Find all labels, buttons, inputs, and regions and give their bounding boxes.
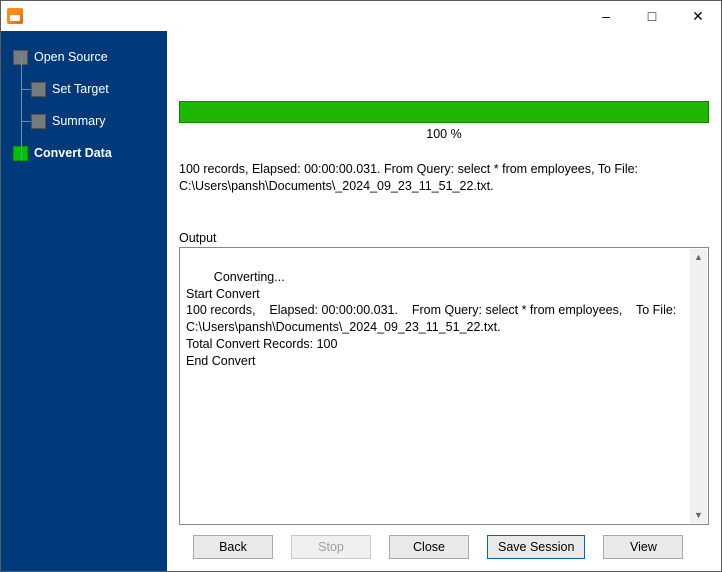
app-window: – □ ✕ Open Source Set Target Summary Con bbox=[0, 0, 722, 572]
maximize-button[interactable]: □ bbox=[629, 1, 675, 31]
window-controls: – □ ✕ bbox=[583, 1, 721, 31]
output-textbox[interactable]: Converting... Start Convert 100 records,… bbox=[179, 247, 709, 525]
scroll-up-icon[interactable]: ▲ bbox=[690, 249, 707, 265]
titlebar: – □ ✕ bbox=[1, 1, 721, 31]
sidebar-item-label: Set Target bbox=[52, 82, 109, 96]
view-button[interactable]: View bbox=[603, 535, 683, 559]
output-content: Converting... Start Convert 100 records,… bbox=[186, 270, 680, 368]
app-icon bbox=[7, 8, 23, 24]
sidebar-item-open-source[interactable]: Open Source bbox=[1, 41, 167, 73]
close-button[interactable]: Close bbox=[389, 535, 469, 559]
body-area: Open Source Set Target Summary Convert D… bbox=[1, 31, 721, 571]
tree-line bbox=[21, 53, 22, 161]
stop-button: Stop bbox=[291, 535, 371, 559]
main-panel: 100 % 100 records, Elapsed: 00:00:00.031… bbox=[167, 31, 721, 571]
sidebar-item-label: Convert Data bbox=[34, 146, 112, 160]
output-label: Output bbox=[179, 231, 709, 245]
sidebar: Open Source Set Target Summary Convert D… bbox=[1, 31, 167, 571]
sidebar-item-label: Open Source bbox=[34, 50, 108, 64]
progress-section: 100 % bbox=[179, 101, 709, 141]
minimize-button[interactable]: – bbox=[583, 1, 629, 31]
sidebar-item-convert-data[interactable]: Convert Data bbox=[1, 137, 167, 169]
status-text: 100 records, Elapsed: 00:00:00.031. From… bbox=[179, 161, 709, 195]
button-row: Back Stop Close Save Session View bbox=[179, 525, 709, 563]
step-box-icon bbox=[31, 114, 46, 129]
sidebar-item-set-target[interactable]: Set Target bbox=[1, 73, 167, 105]
scroll-down-icon[interactable]: ▼ bbox=[690, 507, 707, 523]
progress-percent-label: 100 % bbox=[179, 127, 709, 141]
output-scrollbar[interactable]: ▲ ▼ bbox=[690, 249, 707, 523]
close-window-button[interactable]: ✕ bbox=[675, 1, 721, 31]
back-button[interactable]: Back bbox=[193, 535, 273, 559]
step-box-icon bbox=[31, 82, 46, 97]
progress-bar bbox=[179, 101, 709, 123]
save-session-button[interactable]: Save Session bbox=[487, 535, 585, 559]
sidebar-item-summary[interactable]: Summary bbox=[1, 105, 167, 137]
sidebar-item-label: Summary bbox=[52, 114, 105, 128]
